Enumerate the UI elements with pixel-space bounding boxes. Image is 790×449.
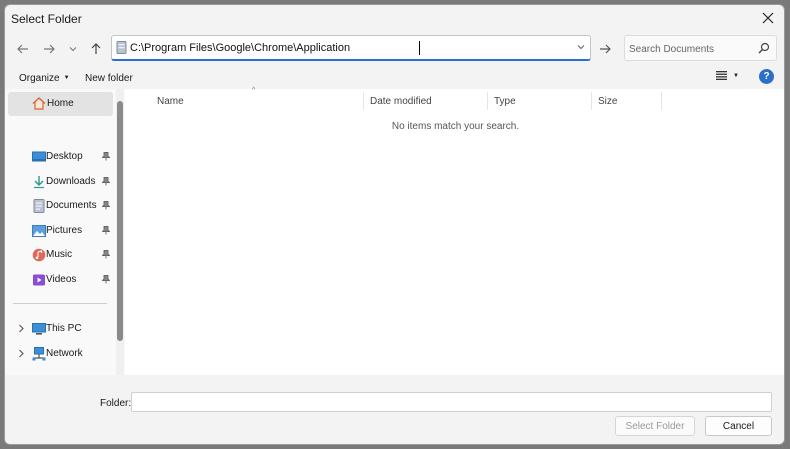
nav-home-label: Home — [47, 98, 74, 109]
pin-icon[interactable] — [102, 275, 110, 284]
pin-icon[interactable] — [102, 250, 110, 259]
back-button[interactable] — [13, 39, 33, 59]
help-button[interactable]: ? — [759, 69, 774, 84]
forward-button[interactable] — [39, 39, 59, 59]
view-options-button[interactable]: ▼ — [716, 71, 739, 80]
go-button[interactable] — [595, 39, 615, 59]
music-icon — [32, 248, 46, 262]
recent-locations-button[interactable] — [63, 39, 83, 59]
nav-item-desktop[interactable]: Desktop — [5, 146, 115, 168]
nav-item-network[interactable]: Network — [5, 343, 115, 365]
nav-item-label: Pictures — [46, 225, 83, 236]
nav-item-label: Music — [46, 249, 73, 260]
chevron-down-icon — [69, 47, 77, 52]
home-icon — [32, 97, 46, 110]
arrow-up-icon — [91, 43, 101, 54]
navigation-pane: Home Desktop Downloads Documents Picture… — [5, 89, 125, 375]
pictures-icon — [32, 225, 46, 237]
pin-icon[interactable] — [102, 152, 110, 161]
close-button[interactable] — [756, 7, 780, 29]
nav-item-label: This PC — [46, 323, 82, 334]
desktop-icon — [32, 151, 46, 162]
address-row — [5, 31, 784, 67]
select-folder-dialog: Select Folder C:\Program Files\Google\Ch… — [4, 4, 785, 445]
dialog-title: Select Folder — [11, 12, 82, 26]
chevron-right-icon[interactable] — [17, 349, 25, 358]
nav-divider — [13, 303, 107, 304]
title-bar: Select Folder — [5, 5, 784, 31]
downloads-icon — [34, 176, 44, 189]
arrow-right-icon — [44, 44, 55, 54]
nav-item-label: Documents — [46, 200, 97, 211]
nav-item-home[interactable]: Home — [8, 92, 113, 116]
nav-item-pictures[interactable]: Pictures — [5, 220, 115, 242]
folder-label: Folder: — [100, 398, 132, 409]
arrow-left-icon — [17, 44, 28, 54]
file-list-pane: ^ Name Date modified Type Size No items … — [125, 87, 784, 375]
text-caret — [419, 41, 420, 55]
documents-icon — [33, 199, 45, 213]
pin-icon[interactable] — [102, 226, 110, 235]
nav-item-this-pc[interactable]: This PC — [5, 318, 115, 340]
command-bar: Organize ▼ New folder ▼ ? — [5, 67, 784, 89]
chevron-down-icon[interactable] — [576, 42, 586, 52]
column-header-date-modified[interactable]: Date modified — [364, 92, 488, 110]
search-box[interactable] — [624, 35, 777, 61]
dialog-footer: Folder: Select Folder Cancel — [5, 375, 784, 444]
empty-state-message: No items match your search. — [391, 121, 520, 132]
new-folder-button[interactable]: New folder — [85, 69, 133, 87]
column-header-size[interactable]: Size — [592, 92, 662, 110]
search-input[interactable] — [629, 41, 755, 57]
triangle-down-icon: ▼ — [63, 75, 70, 81]
nav-item-documents[interactable]: Documents — [5, 195, 115, 217]
pin-icon[interactable] — [102, 201, 110, 210]
list-view-icon — [716, 71, 727, 80]
nav-item-videos[interactable]: Videos — [5, 269, 115, 291]
nav-item-label: Videos — [46, 274, 77, 285]
arrow-right-icon — [600, 44, 611, 54]
column-header-type[interactable]: Type — [488, 92, 592, 110]
select-folder-button[interactable]: Select Folder — [615, 416, 695, 436]
triangle-down-icon: ▼ — [733, 72, 739, 79]
search-icon[interactable] — [758, 42, 770, 54]
network-icon — [32, 347, 46, 361]
nav-item-music[interactable]: Music — [5, 244, 115, 266]
up-button[interactable] — [86, 39, 106, 59]
videos-icon — [33, 274, 45, 286]
column-header-name[interactable]: Name — [151, 92, 364, 110]
this-pc-icon — [32, 323, 46, 335]
nav-item-downloads[interactable]: Downloads — [5, 171, 115, 193]
chevron-right-icon[interactable] — [17, 324, 25, 333]
nav-scrollbar-thumb[interactable] — [117, 101, 123, 341]
folder-path-icon — [116, 41, 127, 54]
organize-button[interactable]: Organize ▼ — [19, 69, 70, 87]
address-input[interactable] — [130, 39, 560, 57]
cancel-button[interactable]: Cancel — [705, 416, 772, 436]
nav-item-label: Desktop — [46, 151, 83, 162]
close-icon — [762, 12, 774, 24]
address-bar[interactable] — [111, 35, 591, 61]
nav-item-label: Downloads — [46, 176, 96, 187]
question-mark-icon: ? — [763, 71, 770, 82]
pin-icon[interactable] — [102, 177, 110, 186]
folder-name-input[interactable] — [131, 392, 772, 412]
organize-label: Organize — [19, 72, 60, 84]
nav-item-label: Network — [46, 348, 83, 359]
